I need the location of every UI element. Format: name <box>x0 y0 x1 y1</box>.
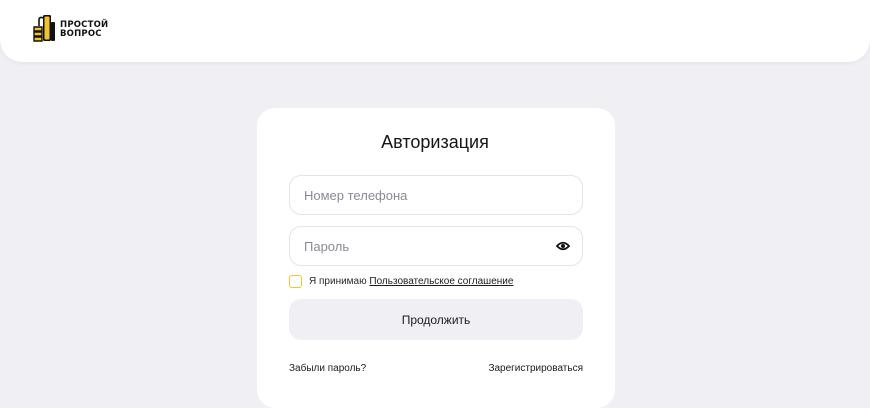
thumbs-up-logo-icon <box>33 15 55 42</box>
logo-line-2: ВОПРОС <box>60 28 102 39</box>
agreement-text: Я принимаю Пользовательское соглашение <box>309 276 513 287</box>
continue-button[interactable]: Продолжить <box>289 299 583 340</box>
agreement-checkbox[interactable] <box>289 275 302 288</box>
logo-text: ПРОСТОЙ ВОПРОС <box>60 21 108 38</box>
password-input[interactable] <box>304 227 534 265</box>
top-header: ПРОСТОЙ ВОПРОС <box>0 0 870 62</box>
agreement-row: Я принимаю Пользовательское соглашение <box>289 275 513 288</box>
phone-field[interactable] <box>289 175 583 215</box>
agreement-prefix: Я принимаю <box>309 276 370 287</box>
password-field[interactable] <box>289 226 583 266</box>
phone-input[interactable] <box>304 176 534 214</box>
forgot-password-link[interactable]: Забыли пароль? <box>289 363 366 374</box>
logo[interactable]: ПРОСТОЙ ВОПРОС <box>32 14 108 44</box>
page-title: Авторизация <box>381 132 489 152</box>
register-link[interactable]: Зарегистрироваться <box>488 363 583 374</box>
user-agreement-link[interactable]: Пользовательское соглашение <box>369 276 513 287</box>
eye-icon[interactable] <box>556 239 570 253</box>
